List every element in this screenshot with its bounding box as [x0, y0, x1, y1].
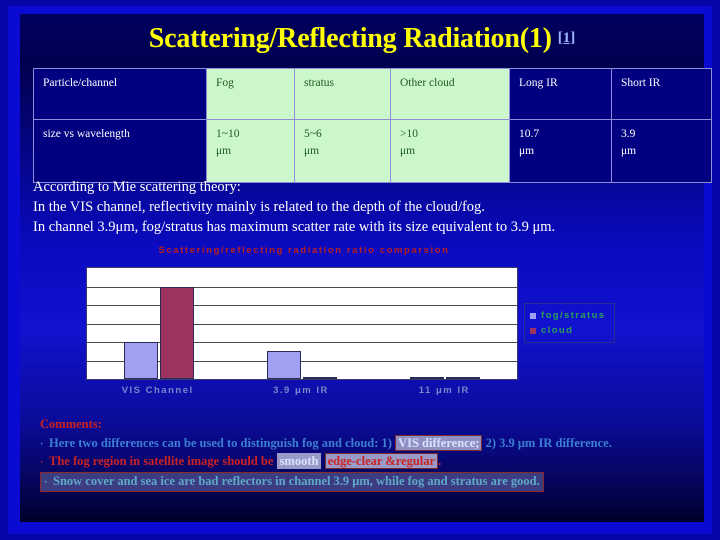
chart-bar-fog-stratus-0: [123, 342, 158, 379]
legend-swatch-icon: [530, 327, 536, 334]
chart-plot-area: [86, 267, 518, 380]
bullet-marker-icon: ·: [40, 457, 44, 468]
table-cell-stratus-value: 5~6: [304, 128, 322, 140]
table-cell-fog-value: 1~10: [216, 128, 240, 140]
comment-2-pre: The fog region in satellite image should…: [49, 454, 277, 468]
table-header-cell-particle-channel: Particle/channel: [33, 68, 207, 120]
comment-2-highlight-2: edge-clear &regular: [324, 453, 439, 469]
chart-legend-label: fog/stratus: [541, 310, 606, 321]
table-header-cell-other-cloud: Other cloud: [390, 68, 510, 120]
body-text: According to Mie scattering theory: In t…: [33, 177, 693, 237]
chart-x-label-2: 11 μm IR: [418, 385, 470, 396]
chart-gridline: [87, 323, 517, 325]
legend-swatch-icon: [530, 312, 536, 319]
comment-1-post: 2) 3.9 μm IR difference.: [482, 435, 612, 450]
comment-bullet-3: · Snow cover and sea ice are bad reflecto…: [40, 471, 690, 492]
comment-2-post: .: [438, 454, 442, 468]
chart-bar-fog-stratus-1: [267, 351, 301, 379]
table-cell-row-label: size vs wavelength: [33, 118, 207, 184]
comment-3-box: · Snow cover and sea ice are bad reflecto…: [40, 471, 544, 492]
chart-title: Scattering/reflecting radiation ratio co…: [158, 245, 450, 256]
bullet-marker-icon: ·: [40, 438, 44, 450]
chart-bar-cloud-0: [159, 286, 194, 379]
chart-legend-item-0: fog/stratus: [530, 308, 606, 323]
table-cell-short-ir-wavelength: 3.9 μm: [611, 118, 712, 184]
chart-bar-cloud-2: [446, 377, 481, 379]
comment-bullet-1: · Here two differences can be used to dis…: [40, 434, 690, 454]
table-cell-other-cloud-unit: μm: [400, 144, 416, 157]
comment-1-highlight: VIS difference;: [395, 434, 483, 451]
table-header-cell-short-ir: Short IR: [611, 68, 712, 120]
table-header-cell-stratus: stratus: [294, 68, 391, 120]
table-cell-fog-size: 1~10 μm: [206, 118, 295, 184]
table-cell-short-ir-value: 3.9: [621, 128, 636, 140]
chart-x-axis-labels: VIS Channel 3.9 μm IR 11 μm IR: [86, 385, 518, 401]
table-cell-stratus-size: 5~6 μm: [294, 118, 391, 184]
bullet-marker-icon: ·: [44, 476, 48, 488]
table-header-cell-long-ir: Long IR: [509, 68, 612, 120]
chart-x-label-1: 3.9 μm IR: [273, 385, 329, 396]
table-header-cell-fog: Fog: [206, 68, 295, 120]
table-cell-other-cloud-size: >10 μm: [390, 118, 510, 184]
table-cell-stratus-unit: μm: [304, 144, 320, 157]
slide-canvas: Scattering/Reflecting Radiation(1) [1] Pa…: [0, 0, 720, 540]
chart-legend: fog/stratus cloud: [524, 303, 615, 343]
bar-chart: Scattering/reflecting radiation ratio co…: [86, 245, 615, 415]
table-cell-other-cloud-value: >10: [400, 128, 418, 140]
body-text-line-1: According to Mie scattering theory:: [33, 179, 241, 195]
table-row: size vs wavelength 1~10 μm 5~6 μm >10 μm…: [33, 118, 712, 184]
table-cell-short-ir-unit: μm: [621, 144, 637, 157]
table-cell-fog-unit: μm: [216, 144, 232, 157]
chart-gridline: [87, 286, 517, 288]
chart-legend-label: cloud: [541, 325, 574, 336]
chart-gridline: [87, 305, 517, 306]
body-text-line-2: In the VIS channel, reflectivity mainly …: [33, 199, 485, 215]
page-title: Scattering/Reflecting Radiation(1) [1]: [20, 16, 704, 62]
reference-link[interactable]: [1]: [558, 30, 576, 47]
comment-2-highlight-1: smooth: [276, 453, 322, 469]
table-header-row: Particle/channel Fog stratus Other cloud…: [33, 68, 712, 120]
chart-bar-cloud-1: [303, 377, 337, 379]
comment-3-text: Snow cover and sea ice are bad reflector…: [53, 473, 540, 488]
comment-1-pre: Here two differences can be used to dist…: [49, 435, 396, 450]
table-cell-long-ir-value: 10.7: [519, 128, 540, 140]
table-cell-long-ir-unit: μm: [519, 144, 535, 157]
body-text-line-3: In channel 3.9μm, fog/stratus has maximu…: [33, 219, 556, 235]
chart-x-label-0: VIS Channel: [121, 385, 194, 396]
chart-legend-item-1: cloud: [530, 323, 606, 338]
page-title-text: Scattering/Reflecting Radiation(1): [148, 23, 552, 54]
chart-bar-fog-stratus-2: [410, 377, 445, 379]
table-cell-long-ir-wavelength: 10.7 μm: [509, 118, 612, 184]
comments-block: Comments: · Here two differences can be u…: [40, 416, 690, 492]
comments-heading: Comments:: [40, 417, 102, 431]
comment-bullet-2: · The fog region in satellite image shoul…: [40, 453, 690, 472]
specification-table: Particle/channel Fog stratus Other cloud…: [33, 68, 712, 184]
